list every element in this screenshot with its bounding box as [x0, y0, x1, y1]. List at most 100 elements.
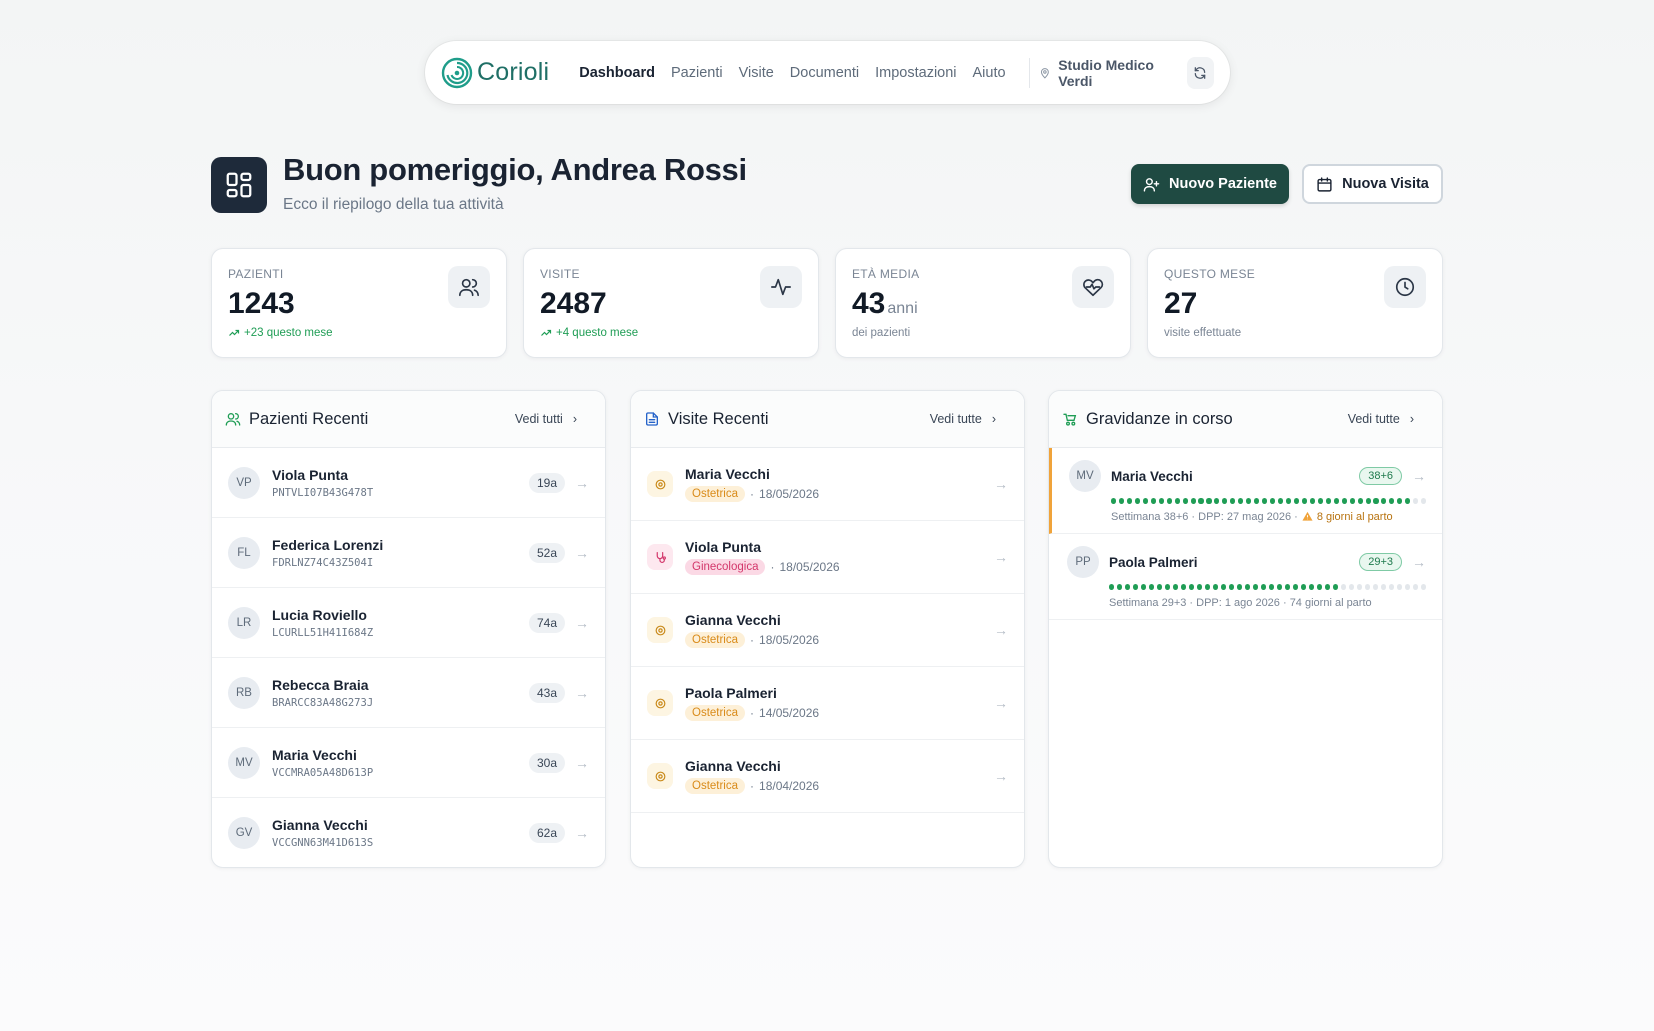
week-dot — [1190, 498, 1196, 504]
patient-info: Gianna Vecchi VCCGNN63M41D613S — [272, 817, 529, 849]
patient-row[interactable]: RB Rebecca Braia BRARCC83A48G273J 43a → — [212, 658, 605, 728]
nav-impostazioni[interactable]: Impostazioni — [875, 65, 956, 81]
stat-card-visits: VISITE 2487 +4 questo mese — [523, 248, 819, 358]
stat-value: 43 anni — [852, 287, 918, 320]
avatar: FL — [228, 536, 260, 569]
stat-trend: +23 questo mese — [228, 327, 333, 339]
age-badge: 74a — [528, 612, 565, 633]
new-visit-button[interactable]: Nuova Visita — [1302, 164, 1443, 204]
week-dot — [1117, 584, 1123, 590]
visit-row[interactable]: Maria Vecchi Ostetrica · 18/05/2026 → — [631, 448, 1024, 521]
gestational-week-badge: 38+6 — [1359, 467, 1402, 485]
week-dot — [1166, 498, 1172, 504]
visit-row[interactable]: Gianna Vecchi Ostetrica · 18/04/2026 → — [631, 740, 1024, 813]
stat-caption: visite effettuate — [1164, 327, 1242, 339]
patient-name: Rebecca Braia — [272, 676, 369, 693]
patient-name: Viola Punta — [272, 466, 348, 483]
week-dot — [1158, 498, 1164, 504]
nav-visite[interactable]: Visite — [739, 65, 774, 81]
week-dot — [1189, 584, 1195, 590]
patient-name: Maria Vecchi — [272, 746, 357, 763]
patient-row[interactable]: FL Federica Lorenzi FDRLNZ74C43Z504I 52a… — [212, 518, 605, 588]
baby-icon — [647, 471, 673, 497]
brand-logo[interactable]: Corioli — [441, 57, 549, 89]
heart-pulse-icon — [1072, 266, 1114, 308]
visit-info: Gianna Vecchi Ostetrica · 18/04/2026 — [685, 758, 994, 794]
location-selector[interactable]: Studio Medico Verdi — [1039, 57, 1170, 89]
age-badge: 43a — [528, 682, 565, 703]
patient-row[interactable]: LR Lucia Roviello LCURLL51H41I684Z 74a → — [212, 588, 605, 658]
week-dot — [1229, 584, 1235, 590]
dashboard-icon — [211, 157, 267, 213]
nav-dashboard[interactable]: Dashboard — [579, 65, 655, 81]
pregnancy-row[interactable]: PP Paola Palmeri 29+3 → Settimana 29+3 ·… — [1049, 534, 1442, 620]
arrow-right-icon: → — [575, 754, 589, 771]
arrow-right-icon: → — [1412, 468, 1426, 484]
week-dot — [1278, 498, 1284, 504]
nav-aiuto[interactable]: Aiuto — [973, 65, 1006, 81]
week-dot — [1254, 498, 1260, 504]
stroller-icon — [1063, 413, 1077, 426]
new-patient-button[interactable]: Nuovo Paziente — [1131, 164, 1289, 204]
visit-patient-name: Gianna Vecchi — [685, 612, 781, 628]
week-dot — [1333, 584, 1339, 590]
visit-row[interactable]: Paola Palmeri Ostetrica · 14/05/2026 → — [631, 667, 1024, 740]
visit-type-badge: Ostetrica — [685, 486, 746, 502]
visit-row[interactable]: Gianna Vecchi Ostetrica · 18/05/2026 → — [631, 594, 1024, 667]
week-dot — [1230, 498, 1236, 504]
stat-caption: dei pazienti — [852, 327, 911, 339]
stat-unit: anni — [887, 300, 918, 317]
week-dot — [1381, 498, 1387, 504]
fiscal-code: FDRLNZ74C43Z504I — [272, 556, 374, 569]
warning-icon — [1302, 511, 1313, 521]
dot-separator: · — [750, 633, 755, 647]
visit-info: Maria Vecchi Ostetrica · 18/05/2026 — [685, 466, 994, 502]
week-dot — [1174, 498, 1180, 504]
visit-row[interactable]: Viola Punta Ginecologica · 18/05/2026 → — [631, 521, 1024, 594]
week-dot — [1149, 584, 1155, 590]
fiscal-code: LCURLL51H41I684Z — [272, 626, 374, 639]
visit-date: 18/05/2026 — [779, 560, 840, 574]
patient-row[interactable]: MV Maria Vecchi VCCMRA05A48D613P 30a → — [212, 728, 605, 798]
week-dot — [1357, 584, 1363, 590]
week-dot — [1237, 584, 1243, 590]
arrow-right-icon: → — [994, 622, 1008, 638]
refresh-button[interactable] — [1186, 56, 1214, 89]
week-dot — [1405, 584, 1411, 590]
week-dot — [1125, 584, 1131, 590]
dot-separator: · — [750, 779, 755, 793]
see-all-patients-link[interactable]: Vedi tutti › — [515, 412, 577, 426]
pregnancy-patient-name: Paola Palmeri — [1109, 554, 1198, 570]
week-dot — [1285, 498, 1292, 504]
stat-card-avg-age: ETÀ MEDIA 43 anni dei pazienti — [835, 248, 1131, 358]
week-dot — [1349, 584, 1355, 590]
week-dot — [1126, 498, 1132, 504]
avatar: MV — [1069, 460, 1101, 492]
user-plus-icon — [1143, 177, 1160, 192]
map-pin-icon — [1041, 67, 1050, 79]
nav-documenti[interactable]: Documenti — [790, 65, 859, 81]
avatar: GV — [228, 816, 260, 849]
visit-info: Viola Punta Ginecologica · 18/05/2026 — [685, 539, 994, 575]
week-dot — [1269, 584, 1275, 590]
see-all-visits-link[interactable]: Vedi tutte › — [930, 412, 996, 426]
patient-info: Viola Punta PNTVLI07B43G478T — [272, 467, 529, 499]
week-dot — [1421, 584, 1427, 590]
pregnancy-row[interactable]: MV Maria Vecchi 38+6 → Settimana 38+6 · … — [1049, 448, 1442, 534]
visit-type-badge: Ostetrica — [685, 778, 746, 794]
visit-patient-name: Gianna Vecchi — [685, 758, 781, 774]
stat-label: ETÀ MEDIA — [852, 267, 920, 281]
pregnancy-progress — [1109, 584, 1427, 590]
patient-row[interactable]: GV Gianna Vecchi VCCGNN63M41D613S 62a → — [212, 798, 605, 867]
stat-value: 1243 — [228, 287, 295, 320]
patient-info: Federica Lorenzi FDRLNZ74C43Z504I — [272, 537, 529, 569]
week-dot — [1317, 584, 1323, 590]
nav-pazienti[interactable]: Pazienti — [671, 65, 723, 81]
week-dot — [1150, 498, 1156, 504]
new-visit-label: Nuova Visita — [1342, 176, 1429, 192]
see-all-pregnancies-link[interactable]: Vedi tutte › — [1348, 412, 1414, 426]
patient-row[interactable]: VP Viola Punta PNTVLI07B43G478T 19a → — [212, 448, 605, 518]
card-header: Visite Recenti Vedi tutte › — [631, 391, 1024, 448]
week-dot — [1221, 584, 1227, 590]
week-dot — [1181, 584, 1187, 590]
